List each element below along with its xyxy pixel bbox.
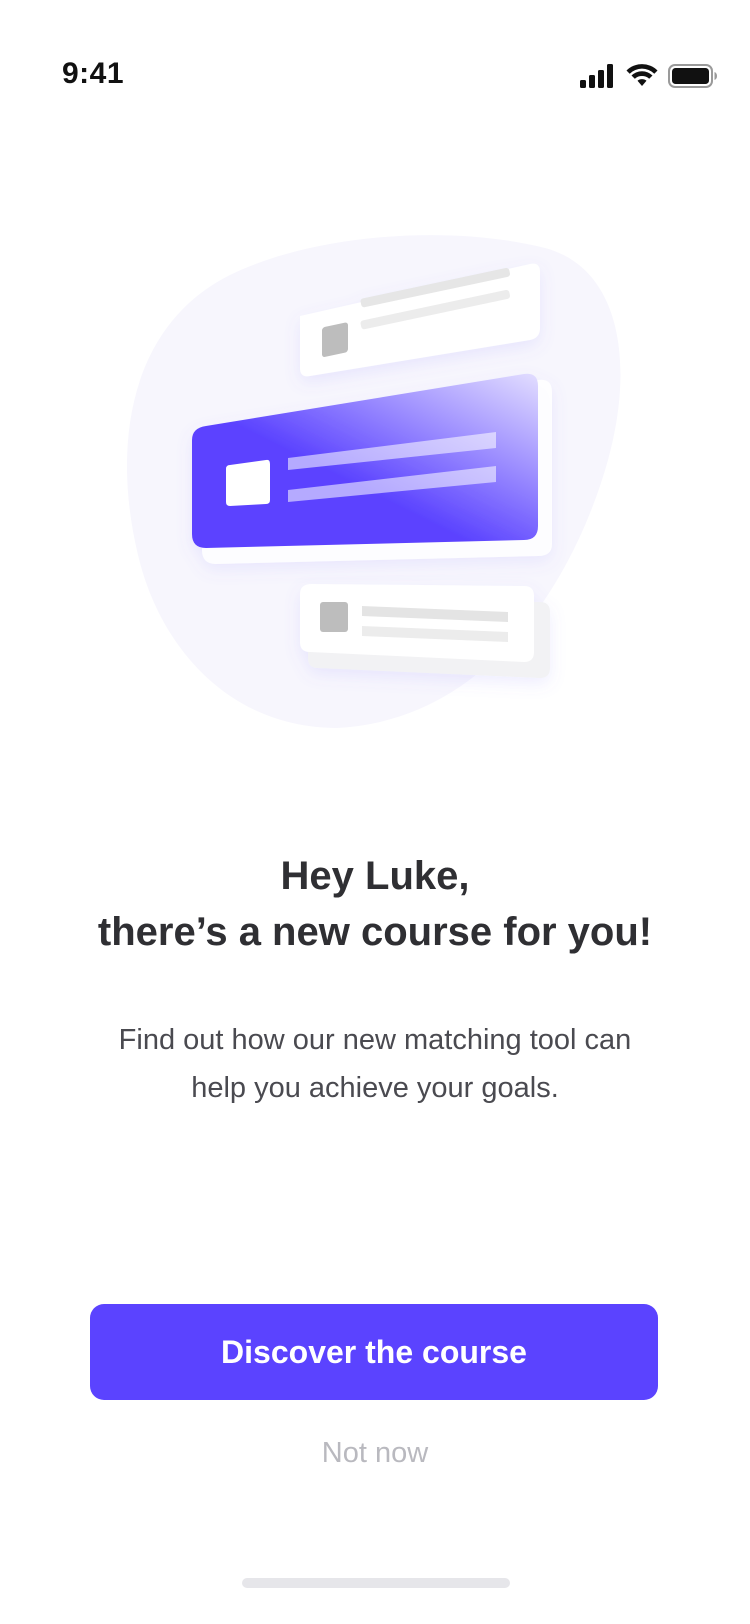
headline: Hey Luke, there’s a new course for you! xyxy=(40,848,710,960)
home-indicator xyxy=(242,1578,510,1588)
course-card-bottom xyxy=(300,584,550,678)
description-text: Find out how our new matching tool can h… xyxy=(118,1024,632,1104)
status-icons xyxy=(580,60,718,92)
discover-course-button[interactable]: Discover the course xyxy=(90,1304,658,1400)
onboarding-screen: 9:41 Hey Luke, there’s a new course for … xyxy=(0,0,750,1624)
battery-icon xyxy=(668,64,717,88)
not-now-button[interactable]: Not now xyxy=(250,1428,500,1478)
status-time: 9:41 xyxy=(62,57,125,90)
headline-line-1: Hey Luke, xyxy=(280,854,470,898)
status-bar: 9:41 xyxy=(0,0,750,120)
headline-line-2: there’s a new course for you! xyxy=(97,910,653,954)
signal-icon xyxy=(580,64,613,88)
wifi-icon xyxy=(626,64,658,86)
course-illustration xyxy=(126,235,621,728)
